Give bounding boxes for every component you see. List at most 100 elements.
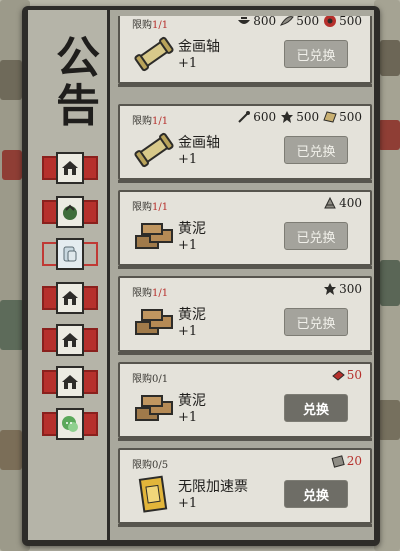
panel-title: 公告 <box>48 34 99 130</box>
limit-value: 1/1 <box>152 202 169 213</box>
cost-amount: 50 <box>346 368 362 382</box>
tab-icon-frame <box>56 152 84 184</box>
limit-value: 0/5 <box>152 460 169 471</box>
cost-amount: 300 <box>339 282 362 296</box>
limit-label: 限购 <box>132 374 152 385</box>
cost-amount: 500 <box>296 16 320 28</box>
purchase-limit: 限购1/1 <box>132 198 168 213</box>
tab-house-1[interactable] <box>42 152 98 184</box>
cost-list: 400 <box>323 196 362 210</box>
redeemed-button[interactable]: 已兑换 <box>284 308 348 336</box>
house-icon <box>62 333 78 347</box>
golden-scroll-icon <box>134 36 174 72</box>
limit-label: 限购 <box>132 116 152 127</box>
cost-entry: 20 <box>331 454 362 468</box>
cost-amount: 800 <box>253 16 277 28</box>
cost-entry: 800 <box>237 16 276 28</box>
item-quantity: +1 <box>178 238 198 253</box>
brush-icon <box>238 111 251 123</box>
redeem-button[interactable]: 兑换 <box>284 480 348 508</box>
item-list[interactable]: 限购1/1 800 500 500 金画轴 +1 已兑换 限购1/1 600 5… <box>114 16 376 540</box>
cost-entry: 500 <box>323 110 362 124</box>
ticket-stub-icon <box>331 455 345 468</box>
item-quantity: +1 <box>178 496 198 511</box>
shop-item-card: 限购0/5 20 无限加速票 +1 兑换 <box>118 448 372 527</box>
cost-entry: 50 <box>331 368 362 382</box>
item-quantity: +1 <box>178 410 198 425</box>
tab-dumpling[interactable] <box>42 196 98 228</box>
cost-amount: 20 <box>346 454 362 468</box>
clay-bricks-icon <box>135 309 173 335</box>
tab-icon-frame <box>56 366 84 398</box>
redeemed-button[interactable]: 已兑换 <box>284 40 348 68</box>
item-name: 无限加速票 <box>178 479 248 495</box>
paper-icon <box>323 111 337 123</box>
house-icon <box>62 375 78 389</box>
cost-list: 50 <box>331 368 362 382</box>
limit-label: 限购 <box>132 460 152 471</box>
cost-entry: 400 <box>323 196 362 210</box>
item-name: 黄泥 <box>178 393 206 409</box>
red-seal-icon <box>324 16 337 27</box>
tab-icon-frame <box>56 282 84 314</box>
tab-icon-frame <box>56 324 84 356</box>
purchase-limit: 限购0/5 <box>132 456 168 471</box>
cost-entry: 600 <box>237 110 276 124</box>
item-name: 黄泥 <box>178 307 206 323</box>
tab-house-4[interactable] <box>42 366 98 398</box>
shop-item-card: 限购0/1 50 黄泥 +1 兑换 <box>118 362 372 441</box>
purchase-limit: 限购1/1 <box>132 112 168 127</box>
scroll-icon <box>63 246 77 262</box>
cost-entry: 500 <box>280 16 319 28</box>
bowl-icon <box>238 17 251 24</box>
redeem-button[interactable]: 兑换 <box>284 394 348 422</box>
tab-scroll[interactable] <box>42 238 98 270</box>
item-quantity: +1 <box>178 56 198 71</box>
cost-list: 800 500 500 <box>237 16 362 28</box>
golden-scroll-icon <box>134 132 174 168</box>
purchase-limit: 限购0/1 <box>132 370 168 385</box>
cost-entry: 500 <box>280 110 319 124</box>
leaf-icon <box>324 283 337 295</box>
item-quantity: +1 <box>178 324 198 339</box>
cost-amount: 500 <box>296 110 320 124</box>
tab-house-2[interactable] <box>42 282 98 314</box>
cost-list: 20 <box>331 454 362 468</box>
tab-icon-frame <box>56 196 84 228</box>
purchase-limit: 限购1/1 <box>132 284 168 299</box>
cost-amount: 500 <box>339 16 362 28</box>
limit-label: 限购 <box>132 202 152 213</box>
shop-item-card: 限购1/1 600 500 500 金画轴 +1 已兑换 <box>118 104 372 183</box>
cost-entry: 300 <box>323 282 362 296</box>
cost-list: 600 500 500 <box>237 110 362 124</box>
limit-label: 限购 <box>132 288 152 299</box>
red-book-icon <box>331 370 345 381</box>
item-name: 黄泥 <box>178 221 206 237</box>
limit-value: 1/1 <box>152 20 169 31</box>
item-name: 金画轴 <box>178 135 220 151</box>
purchase-limit: 限购1/1 <box>132 16 168 31</box>
shop-item-card: 限购1/1 400 黄泥 +1 已兑换 <box>118 190 372 269</box>
item-quantity: +1 <box>178 152 198 167</box>
feather-icon <box>280 16 294 26</box>
limit-label: 限购 <box>132 20 152 31</box>
cost-amount: 600 <box>253 110 277 124</box>
shop-item-card: 限购1/1 300 黄泥 +1 已兑换 <box>118 276 372 355</box>
tab-icon-frame <box>56 408 84 440</box>
leaf-icon <box>281 111 294 123</box>
limit-value: 1/1 <box>152 288 169 299</box>
redeemed-button[interactable]: 已兑换 <box>284 136 348 164</box>
tab-house-3[interactable] <box>42 324 98 356</box>
cost-list: 300 <box>323 282 362 296</box>
redeemed-button[interactable]: 已兑换 <box>284 222 348 250</box>
tab-chat[interactable] <box>42 408 98 440</box>
limit-value: 0/1 <box>152 374 169 385</box>
shop-item-card: 限购1/1 800 500 500 金画轴 +1 已兑换 <box>118 16 372 87</box>
fan-icon <box>324 196 336 209</box>
tab-icon-frame <box>56 238 84 270</box>
cost-amount: 400 <box>339 196 362 210</box>
cost-entry: 500 <box>323 16 362 28</box>
clay-bricks-icon <box>135 223 173 249</box>
chat-icon <box>62 416 78 432</box>
cost-amount: 500 <box>339 110 362 124</box>
